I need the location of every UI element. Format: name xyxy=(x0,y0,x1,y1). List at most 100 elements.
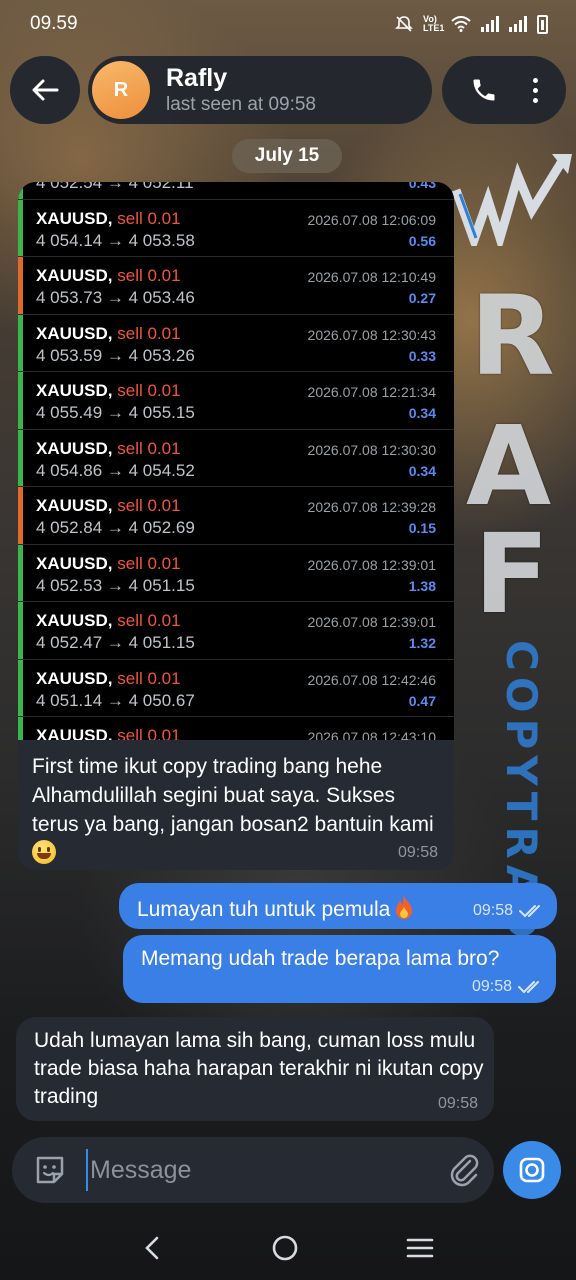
trade-status-bar xyxy=(18,199,23,256)
trade-side: sell 0.01 xyxy=(117,611,181,630)
camera-button[interactable] xyxy=(503,1141,561,1199)
trade-row: XAUUSD, sell 0.01 4 053.73 → 4 053.46 2026… xyxy=(18,257,454,315)
arrow-left-icon xyxy=(32,79,59,101)
back-button[interactable] xyxy=(10,56,80,124)
volte-icon: Vo) LTE1 xyxy=(423,14,445,33)
wifi-icon xyxy=(451,16,471,32)
message-composer xyxy=(12,1137,494,1203)
trade-prices: 4 051.14 → 4 050.67 xyxy=(36,690,195,710)
trade-status-bar xyxy=(18,487,23,544)
message-time: 09:58 xyxy=(471,978,512,995)
message-text: First time ikut copy trading bang hehe A… xyxy=(32,752,442,868)
trade-row: XAUUSD, sell 0.014 050.90 → 4 050.412026… xyxy=(18,717,454,740)
trade-symbol: XAUUSD, sell 0.01 xyxy=(36,726,181,740)
outgoing-message[interactable]: Lumayan tuh untuk pemula 09:58 xyxy=(119,883,557,929)
trade-symbol: XAUUSD, sell 0.01 xyxy=(36,553,181,573)
signal-icon xyxy=(481,16,499,32)
trade-side: sell 0.01 xyxy=(117,496,181,515)
header-actions xyxy=(442,56,566,124)
trade-status-bar xyxy=(18,544,23,601)
incoming-message[interactable]: Udah lumayan lama sih bang, cuman loss m… xyxy=(16,1017,494,1121)
recents-icon[interactable] xyxy=(406,1237,434,1259)
trade-list: XAUUSD, sell 0.01 4 052.54 → 4 052.11 2026… xyxy=(18,182,454,740)
trade-symbol: XAUUSD, sell 0.01 xyxy=(36,496,181,515)
trade-profit: 0.33 xyxy=(408,347,436,364)
wallpaper-logo-icon xyxy=(452,154,572,246)
message-time: 09:58 xyxy=(437,1095,478,1112)
trade-profit: 0.27 xyxy=(408,290,436,306)
status-bar: 09.59 Vo) LTE1 xyxy=(0,0,576,48)
trade-profit: 0.43 xyxy=(408,182,436,191)
phone-icon[interactable] xyxy=(470,76,498,104)
message-time: 09:58 xyxy=(397,844,438,861)
trade-symbol: XAUUSD, sell 0.01 xyxy=(36,381,181,400)
camera-icon xyxy=(519,1157,545,1183)
trade-profit: 0.34 xyxy=(408,405,436,421)
trade-time: 2026.07.08 12:30:30 xyxy=(307,441,436,458)
trade-status-bar xyxy=(18,659,23,716)
contact-name: Rafly xyxy=(166,64,228,92)
trade-symbol: XAUUSD, sell 0.01 xyxy=(36,208,181,228)
sticker-icon[interactable] xyxy=(32,1152,68,1188)
trade-row: XAUUSD, sell 0.01 4 054.14 → 4 053.58 2026… xyxy=(18,199,454,257)
trade-status-bar xyxy=(18,257,23,314)
trade-side: sell 0.01 xyxy=(117,668,181,688)
more-vertical-icon[interactable] xyxy=(533,77,539,103)
trade-row: XAUUSD, sell 0.01 4 054.86 → 4 054.52 2026… xyxy=(18,429,454,487)
trade-row: XAUUSD, sell 0.01 4 052.47 → 4 051.15 2026… xyxy=(18,602,454,660)
trade-status-bar xyxy=(18,182,23,199)
trade-symbol: XAUUSD, sell 0.01 xyxy=(36,438,181,458)
trade-prices: 4 055.49 → 4 055.15 xyxy=(36,403,195,422)
trade-prices: 4 052.54 → 4 052.11 xyxy=(36,182,194,192)
trade-row: XAUUSD, sell 0.01 4 052.53 → 4 051.15 2026… xyxy=(18,544,454,602)
trade-time: 2026.07.08 12:39:01 xyxy=(307,614,436,630)
message-text: Lumayan tuh untuk pemula xyxy=(137,895,414,922)
signal-icon xyxy=(509,16,527,32)
grinning-face-emoji xyxy=(32,840,56,864)
trade-prices: 4 054.14 → 4 053.58 xyxy=(36,230,195,250)
message-text: Memang udah trade berapa lama bro? xyxy=(141,947,500,970)
trade-row: XAUUSD, sell 0.01 4 051.14 → 4 050.67 2026… xyxy=(18,659,454,717)
trade-status-bar xyxy=(18,429,23,486)
trade-prices: 4 052.84 → 4 052.69 xyxy=(36,518,195,537)
back-chevron-icon[interactable] xyxy=(142,1235,164,1261)
watermark-letter-r: R xyxy=(470,272,557,400)
trade-prices: 4 053.59 → 4 053.26 xyxy=(36,345,195,365)
outgoing-message[interactable]: Memang udah trade berapa lama bro? 09:58 xyxy=(123,935,556,1003)
trade-time: 2026.07.08 12:21:34 xyxy=(307,384,436,400)
system-navigation-bar xyxy=(0,1216,576,1280)
trade-prices: 4 054.86 → 4 054.52 xyxy=(36,460,195,480)
trade-row: XAUUSD, sell 0.01 4 053.59 → 4 053.26 2026… xyxy=(18,314,454,372)
trade-status-bar xyxy=(18,602,23,659)
trade-symbol: XAUUSD, sell 0.01 xyxy=(36,266,181,285)
trade-side: sell 0.01 xyxy=(117,208,181,228)
trade-side: sell 0.01 xyxy=(117,726,181,740)
trade-profit: 0.47 xyxy=(408,692,436,709)
trade-time: 2026.07.08 12:10:49 xyxy=(307,269,436,285)
trade-time: 2026.07.08 12:30:43 xyxy=(307,326,436,343)
trade-history-screenshot[interactable]: XAUUSD, sell 0.01 4 052.54 → 4 052.11 2026… xyxy=(18,182,454,740)
trade-prices: 4 052.47 → 4 051.15 xyxy=(36,633,195,652)
fire-emoji xyxy=(396,896,413,919)
trade-time: 2026.07.08 12:43:10 xyxy=(307,729,436,740)
home-circle-icon[interactable] xyxy=(271,1234,299,1262)
paperclip-icon[interactable] xyxy=(446,1152,482,1188)
trade-symbol: XAUUSD, sell 0.01 xyxy=(36,611,181,630)
watermark-letter-f: F xyxy=(474,510,552,638)
trade-profit: 1.38 xyxy=(408,577,436,594)
trade-side: sell 0.01 xyxy=(117,323,181,343)
message-input[interactable] xyxy=(86,1149,416,1191)
trade-status-bar xyxy=(18,717,23,740)
status-icons: Vo) LTE1 xyxy=(395,14,548,34)
last-seen-status: last seen at 09:58 xyxy=(166,94,316,115)
trade-side: sell 0.01 xyxy=(117,438,181,458)
trade-prices: 4 053.73 → 4 053.46 xyxy=(36,288,195,307)
trade-status-bar xyxy=(18,314,23,371)
incoming-photo-message[interactable]: XAUUSD, sell 0.01 4 052.54 → 4 052.11 2026… xyxy=(18,182,454,870)
contact-profile[interactable]: R Rafly last seen at 09:58 xyxy=(88,56,432,124)
trade-side: sell 0.01 xyxy=(117,381,181,400)
avatar[interactable]: R xyxy=(92,61,150,119)
trade-time: 2026.07.08 12:39:28 xyxy=(307,499,436,515)
trade-time: 2026.07.08 12:06:09 xyxy=(307,211,436,228)
double-check-icon xyxy=(518,981,539,994)
